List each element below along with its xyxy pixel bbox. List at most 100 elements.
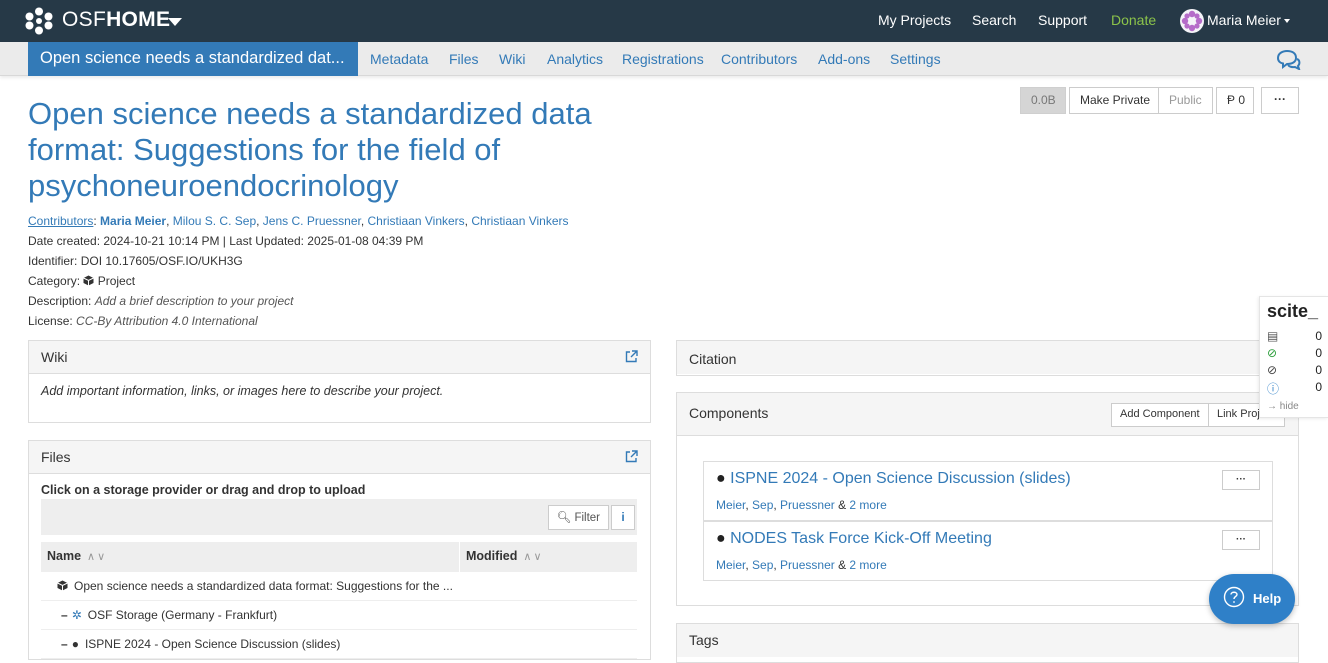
scite-row[interactable]: ⊘ 0 bbox=[1267, 363, 1322, 377]
user-menu[interactable]: Maria Meier bbox=[1207, 12, 1290, 28]
user-name: Maria Meier bbox=[1207, 12, 1281, 28]
components-heading: Components bbox=[689, 405, 769, 421]
brand-caret-down-icon[interactable] bbox=[168, 18, 182, 26]
wiki-panel: Wiki Add important information, links, o… bbox=[28, 340, 651, 423]
public-button[interactable]: Public bbox=[1158, 87, 1213, 114]
comment-icon: ● bbox=[71, 637, 79, 651]
help-button[interactable]: Help bbox=[1209, 574, 1295, 624]
project-title-button[interactable]: Open science needs a standardized dat... bbox=[28, 42, 358, 76]
tab-add-ons[interactable]: Add-ons bbox=[818, 51, 870, 67]
tab-settings[interactable]: Settings bbox=[890, 51, 941, 67]
filter-label: Filter bbox=[574, 512, 600, 524]
contributor-link[interactable]: Milou S. C. Sep bbox=[173, 214, 256, 228]
files-panel: Files Click on a storage provider or dra… bbox=[28, 440, 651, 660]
fork-button[interactable]: Ᵽ 0 bbox=[1216, 87, 1254, 114]
description-value[interactable]: Add a brief description to your project bbox=[95, 294, 294, 308]
more-authors-link[interactable]: 2 more bbox=[849, 498, 886, 512]
files-heading: Files bbox=[41, 449, 71, 465]
info-button[interactable]: i bbox=[611, 505, 635, 530]
tab-analytics[interactable]: Analytics bbox=[547, 51, 603, 67]
search-icon: 🔍︎ bbox=[556, 512, 572, 524]
make-private-button[interactable]: Make Private bbox=[1069, 87, 1159, 114]
nav-my-projects[interactable]: My Projects bbox=[878, 12, 951, 28]
author-link[interactable]: Meier bbox=[716, 558, 745, 572]
collapse-icon[interactable]: – bbox=[61, 637, 68, 651]
external-link-icon[interactable] bbox=[625, 350, 638, 363]
tab-contributors[interactable]: Contributors bbox=[721, 51, 797, 67]
tab-registrations[interactable]: Registrations bbox=[622, 51, 704, 67]
file-row-label: Open science needs a standardized data f… bbox=[74, 579, 453, 593]
document-icon: ▤ bbox=[1267, 329, 1279, 343]
license-line: License: CC-By Attribution 4.0 Internati… bbox=[28, 314, 258, 328]
wiki-heading: Wiki bbox=[41, 349, 68, 365]
component-options-button[interactable]: ··· bbox=[1222, 530, 1260, 550]
add-component-button[interactable]: Add Component bbox=[1111, 403, 1209, 427]
arrow-right-icon: → bbox=[1267, 401, 1277, 412]
tab-metadata[interactable]: Metadata bbox=[370, 51, 428, 67]
category-label: Category: bbox=[28, 274, 81, 288]
component-title-text[interactable]: ISPNE 2024 - Open Science Discussion (sl… bbox=[730, 470, 1071, 487]
top-navbar: OSFHOME My Projects Search Support Donat… bbox=[0, 0, 1328, 42]
component-options-button[interactable]: ··· bbox=[1222, 470, 1260, 490]
external-link-icon[interactable] bbox=[625, 450, 638, 463]
project-navbar: Open science needs a standardized dat...… bbox=[0, 42, 1328, 76]
comment-icon: ● bbox=[716, 470, 726, 487]
sort-icon[interactable]: ∧∨ bbox=[87, 551, 107, 563]
component-title[interactable]: ● ISPNE 2024 - Open Science Discussion (… bbox=[716, 470, 1071, 488]
nav-support[interactable]: Support bbox=[1038, 12, 1087, 28]
file-row[interactable]: Open science needs a standardized data f… bbox=[41, 572, 637, 601]
comments-icon[interactable] bbox=[1275, 50, 1301, 70]
identifier-line: Identifier: DOI 10.17605/OSF.IO/UKH3G bbox=[28, 254, 243, 268]
scite-widget[interactable]: scite_ ▤ 0 ⊘ 0 ⊘ 0 ⓘ 0 → hide bbox=[1259, 296, 1328, 418]
cube-icon bbox=[83, 275, 95, 286]
user-avatar[interactable] bbox=[1180, 9, 1204, 33]
scite-count: 0 bbox=[1315, 363, 1322, 377]
contributor-link[interactable]: Christiaan Vinkers bbox=[368, 214, 465, 228]
osf-logo-icon[interactable] bbox=[24, 7, 54, 35]
wiki-panel-header: Wiki bbox=[29, 341, 650, 374]
osf-home-brand[interactable]: OSFHOME bbox=[62, 8, 170, 32]
scite-row[interactable]: ⓘ 0 bbox=[1267, 380, 1322, 397]
storage-size-badge: 0.0B bbox=[1020, 87, 1066, 114]
component-title[interactable]: ● NODES Task Force Kick-Off Meeting bbox=[716, 530, 992, 548]
author-link[interactable]: Sep bbox=[752, 498, 773, 512]
contributors-label[interactable]: Contributors bbox=[28, 214, 93, 228]
author-link[interactable]: Pruessner bbox=[780, 498, 835, 512]
scite-hide-toggle[interactable]: → hide bbox=[1267, 401, 1299, 412]
nav-donate[interactable]: Donate bbox=[1111, 12, 1156, 28]
more-options-button[interactable]: ··· bbox=[1261, 87, 1299, 114]
scite-row[interactable]: ▤ 0 bbox=[1267, 329, 1322, 343]
files-instruction: Click on a storage provider or drag and … bbox=[41, 483, 366, 497]
help-label: Help bbox=[1253, 591, 1282, 606]
contributor-link[interactable]: Maria Meier bbox=[100, 214, 166, 228]
description-label: Description: bbox=[28, 294, 92, 308]
name-column-header[interactable]: Name ∧∨ bbox=[41, 542, 459, 572]
filter-button[interactable]: 🔍︎ Filter bbox=[547, 505, 609, 530]
citation-panel[interactable]: Citation bbox=[676, 340, 1299, 376]
scite-row[interactable]: ⊘ 0 bbox=[1267, 346, 1322, 360]
comment-icon: ● bbox=[716, 530, 726, 547]
more-authors-link[interactable]: 2 more bbox=[849, 558, 886, 572]
name-column-label: Name bbox=[47, 549, 82, 563]
author-link[interactable]: Meier bbox=[716, 498, 745, 512]
scite-count: 0 bbox=[1315, 329, 1322, 343]
modified-column-header[interactable]: Modified ∧∨ bbox=[459, 542, 637, 572]
file-row[interactable]: – ● ISPNE 2024 - Open Science Discussion (… bbox=[41, 630, 637, 659]
tags-panel: Tags bbox=[676, 623, 1299, 663]
license-value[interactable]: CC-By Attribution 4.0 International bbox=[76, 314, 258, 328]
contributor-link[interactable]: Christiaan Vinkers bbox=[471, 214, 568, 228]
author-link[interactable]: Pruessner bbox=[780, 558, 835, 572]
tab-wiki[interactable]: Wiki bbox=[499, 51, 525, 67]
mentioning-icon: ⊘ bbox=[1267, 363, 1278, 377]
collapse-icon[interactable]: – bbox=[61, 608, 68, 622]
user-caret-down-icon bbox=[1283, 19, 1290, 24]
tab-files[interactable]: Files bbox=[449, 51, 479, 67]
component-title-text[interactable]: NODES Task Force Kick-Off Meeting bbox=[730, 530, 992, 547]
contributor-link[interactable]: Jens C. Pruessner bbox=[263, 214, 361, 228]
sort-icon[interactable]: ∧∨ bbox=[523, 551, 543, 563]
author-link[interactable]: Sep bbox=[752, 558, 773, 572]
brand-osf-text: OSF bbox=[62, 8, 107, 31]
nav-search[interactable]: Search bbox=[972, 12, 1016, 28]
file-row-label: ISPNE 2024 - Open Science Discussion (sl… bbox=[84, 637, 341, 651]
file-row[interactable]: – ✲ OSF Storage (Germany - Frankfurt) bbox=[41, 601, 637, 630]
